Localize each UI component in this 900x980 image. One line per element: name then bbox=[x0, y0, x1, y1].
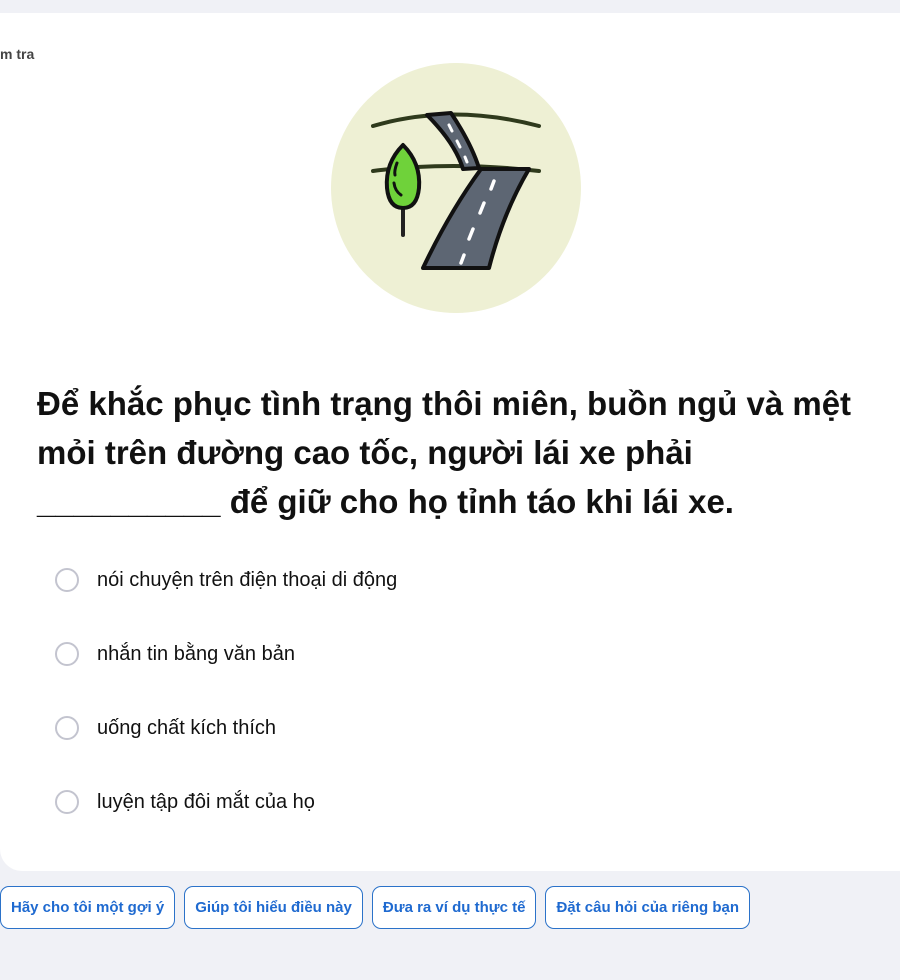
ask-own-question-button[interactable]: Đặt câu hỏi của riêng bạn bbox=[545, 886, 751, 929]
radio-button[interactable] bbox=[55, 790, 79, 814]
answer-option-label: luyện tập đôi mắt của họ bbox=[97, 790, 315, 813]
answer-option-label: uống chất kích thích bbox=[97, 716, 277, 739]
radio-button[interactable] bbox=[55, 716, 79, 740]
radio-button[interactable] bbox=[55, 642, 79, 666]
hint-button[interactable]: Hãy cho tôi một gợi ý bbox=[0, 886, 176, 929]
answer-option[interactable]: luyện tập đôi mắt của họ bbox=[55, 787, 397, 817]
answer-option[interactable]: nhắn tin bằng văn bản bbox=[55, 639, 397, 669]
answer-options: nói chuyện trên điện thoại di động nhắn … bbox=[55, 565, 397, 861]
answer-option[interactable]: uống chất kích thích bbox=[55, 713, 397, 743]
answer-option[interactable]: nói chuyện trên điện thoại di động bbox=[55, 565, 397, 595]
answer-option-label: nói chuyện trên điện thoại di động bbox=[97, 568, 398, 591]
answer-option-label: nhắn tin bằng văn bản bbox=[97, 642, 295, 665]
winding-road-icon bbox=[331, 63, 581, 313]
question-text: Để khắc phục tình trạng thôi miên, buồn … bbox=[37, 385, 852, 520]
breadcrumb: m tra bbox=[0, 46, 35, 62]
explain-button[interactable]: Giúp tôi hiểu điều này bbox=[184, 886, 363, 929]
real-example-button[interactable]: Đưa ra ví dụ thực tế bbox=[371, 886, 537, 929]
radio-button[interactable] bbox=[55, 568, 79, 592]
help-chips: Hãy cho tôi một gợi ý Giúp tôi hiểu điều… bbox=[0, 886, 751, 929]
